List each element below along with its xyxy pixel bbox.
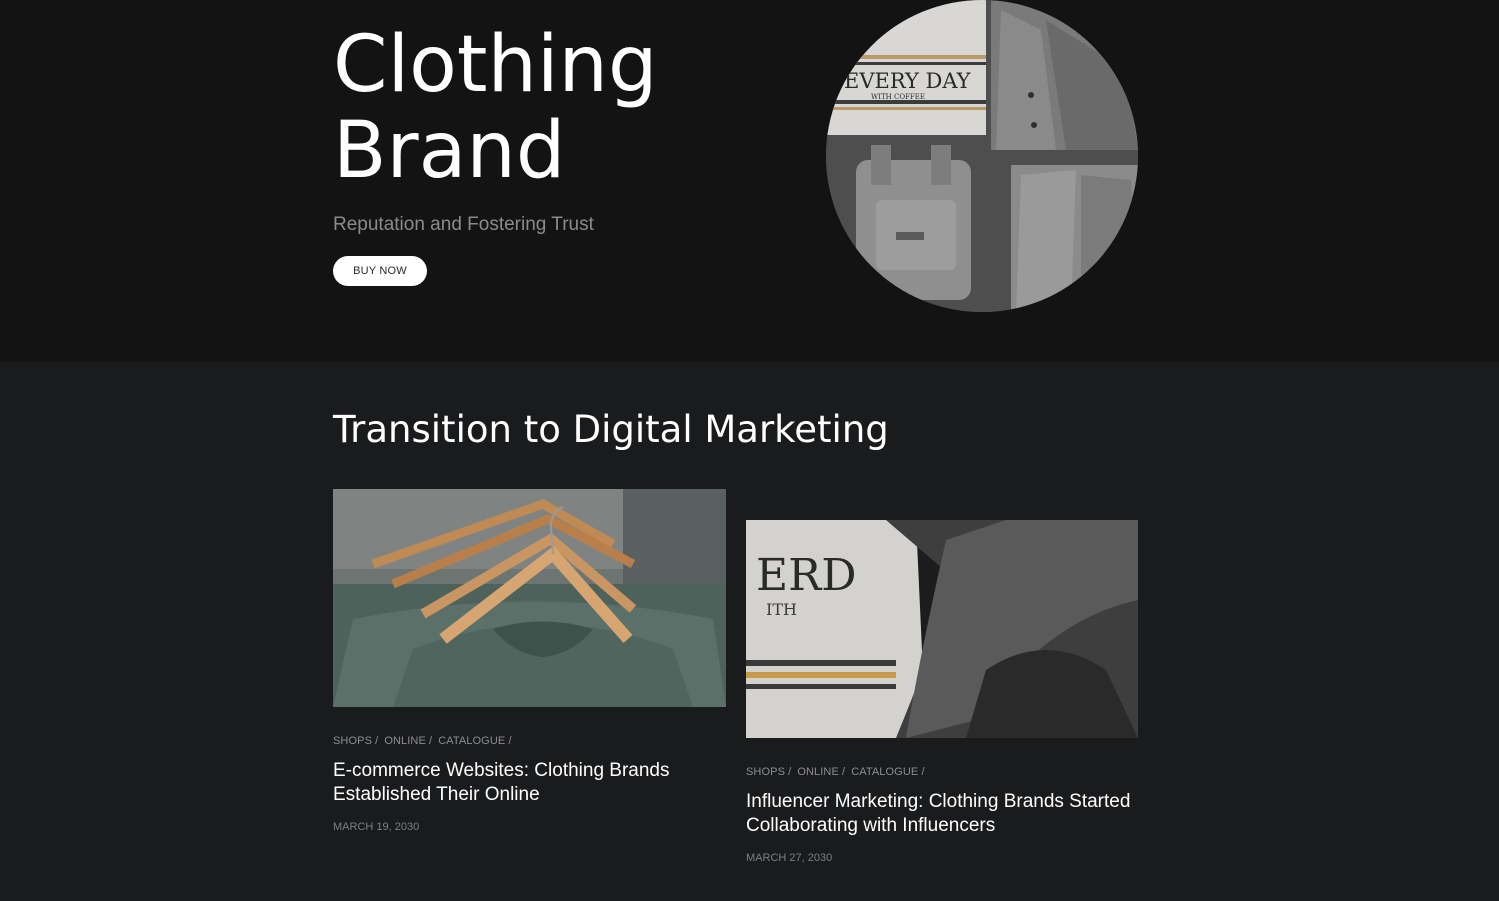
hero-title-line2: Brand	[333, 106, 566, 196]
article-date: MARCH 19, 2030	[333, 821, 420, 833]
section-title: Transition to Digital Marketing	[333, 408, 889, 451]
jacket-tee-photo: ERD ITH	[746, 520, 1138, 738]
svg-text:WITH COFFEE: WITH COFFEE	[871, 93, 925, 101]
tag-shops[interactable]: SHOPS /	[746, 766, 791, 778]
tag-online[interactable]: ONLINE /	[384, 735, 432, 747]
article-card[interactable]: ERD ITH SHOPS / ONLINE / CATALOGUE / Inf…	[746, 520, 1138, 864]
article-image-jacket-tee[interactable]: ERD ITH	[746, 520, 1138, 738]
hero-subtitle: Reputation and Fostering Trust	[333, 214, 594, 235]
article-tags: SHOPS / ONLINE / CATALOGUE /	[746, 766, 1138, 778]
tag-catalogue[interactable]: CATALOGUE /	[438, 735, 511, 747]
article-title[interactable]: Influencer Marketing: Clothing Brands St…	[746, 790, 1138, 838]
tag-online[interactable]: ONLINE /	[797, 766, 845, 778]
hero-title: Clothing Brand	[333, 22, 658, 194]
hero-title-line1: Clothing	[333, 20, 658, 110]
article-title[interactable]: E-commerce Websites: Clothing Brands Est…	[333, 759, 726, 807]
tag-catalogue[interactable]: CATALOGUE /	[851, 766, 924, 778]
hero-product-image: EVERY DAY WITH COFFEE	[826, 0, 1138, 312]
article-date: MARCH 27, 2030	[746, 852, 833, 864]
flat-lay-photo: EVERY DAY WITH COFFEE	[826, 0, 1138, 312]
tag-shops[interactable]: SHOPS /	[333, 735, 378, 747]
svg-text:EVERY DAY: EVERY DAY	[844, 69, 972, 93]
article-card[interactable]: SHOPS / ONLINE / CATALOGUE / E-commerce …	[333, 489, 726, 833]
svg-text:ITH: ITH	[766, 600, 797, 619]
article-tags: SHOPS / ONLINE / CATALOGUE /	[333, 735, 726, 747]
hangers-photo	[333, 489, 726, 707]
svg-text:ERD: ERD	[756, 550, 857, 601]
hero-section: Clothing Brand Reputation and Fostering …	[0, 0, 1499, 362]
article-image-hangers[interactable]	[333, 489, 726, 707]
buy-now-button[interactable]: BUY NOW	[333, 256, 427, 286]
